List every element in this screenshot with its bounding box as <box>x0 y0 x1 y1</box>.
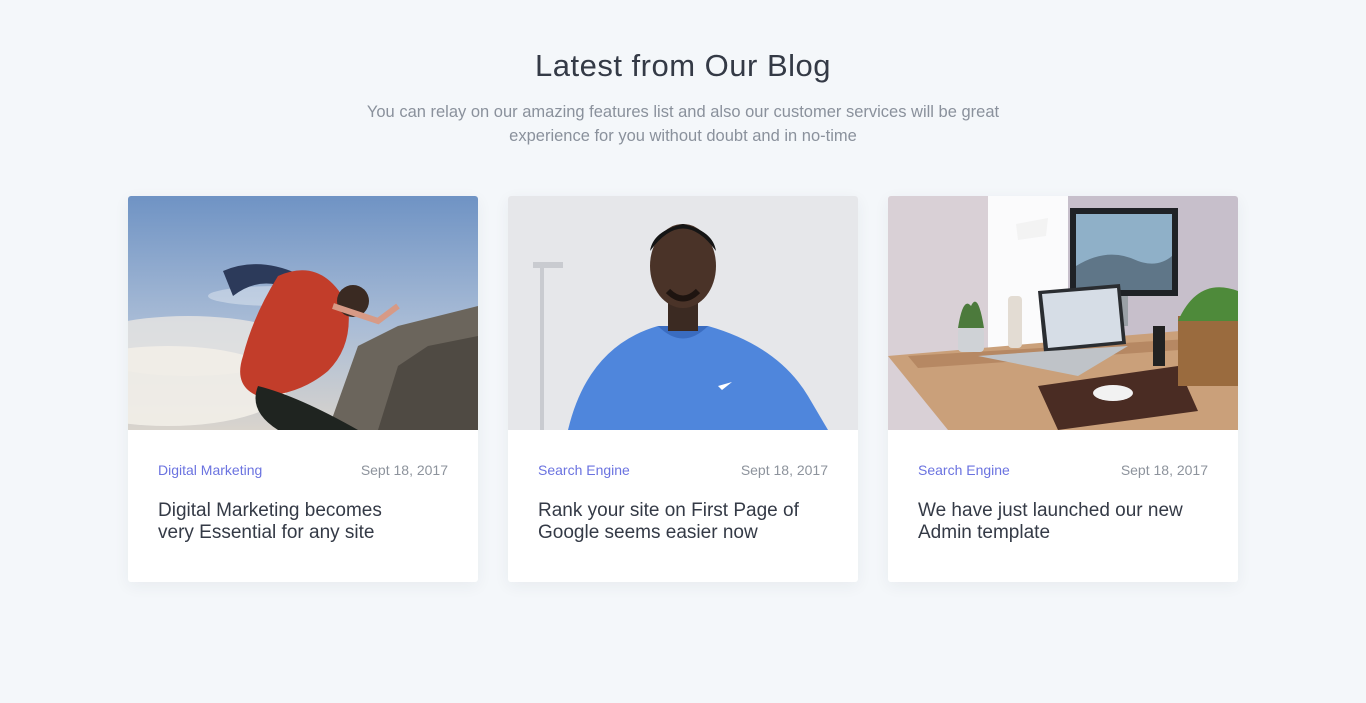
blog-cards: Digital Marketing Sept 18, 2017 Digital … <box>128 196 1238 582</box>
post-title-line-2: Admin template <box>918 522 1051 543</box>
post-date: Sept 18, 2017 <box>360 462 448 478</box>
post-meta: Digital Marketing Sept 18, 2017 <box>158 460 448 480</box>
post-title-link[interactable]: Digital Marketing becomes very Essential… <box>158 500 448 544</box>
post-category-link[interactable]: Search Engine <box>918 462 1010 478</box>
post-title-link[interactable]: Rank your site on First Page of Google s… <box>538 500 828 544</box>
post-meta: Search Engine Sept 18, 2017 <box>918 460 1208 480</box>
blog-card[interactable]: Search Engine Sept 18, 2017 Rank your si… <box>508 196 858 582</box>
post-title-line-1: Digital Marketing becomes <box>158 500 382 521</box>
post-title-line-2: very Essential for any site <box>158 522 375 543</box>
post-title-link[interactable]: We have just launched our new Admin temp… <box>918 500 1208 544</box>
post-meta: Search Engine Sept 18, 2017 <box>538 460 828 480</box>
post-title-line-1: Rank your site on First Page of <box>538 500 799 521</box>
blog-section: Latest from Our Blog You can relay on ou… <box>0 0 1366 703</box>
post-date: Sept 18, 2017 <box>740 462 828 478</box>
post-category-link[interactable]: Search Engine <box>538 462 630 478</box>
subtitle-line-2: experience for you without doubt and in … <box>509 127 857 145</box>
section-title: Latest from Our Blog <box>534 48 831 83</box>
post-title-line-1: We have just launched our new <box>918 500 1183 521</box>
post-category-link[interactable]: Digital Marketing <box>158 462 262 478</box>
desk-laptop-monitor-photo[interactable] <box>888 196 1238 430</box>
post-date: Sept 18, 2017 <box>1120 462 1208 478</box>
post-title-line-2: Google seems easier now <box>538 522 758 543</box>
blog-card[interactable]: Digital Marketing Sept 18, 2017 Digital … <box>128 196 478 582</box>
blog-card[interactable]: Search Engine Sept 18, 2017 We have just… <box>888 196 1238 582</box>
subtitle-line-1: You can relay on our amazing features li… <box>366 103 1000 121</box>
section-subtitle: You can relay on our amazing features li… <box>333 100 1033 148</box>
man-jumping-mountains-photo[interactable] <box>128 196 478 430</box>
man-blue-shirt-portrait-photo[interactable] <box>508 196 858 430</box>
